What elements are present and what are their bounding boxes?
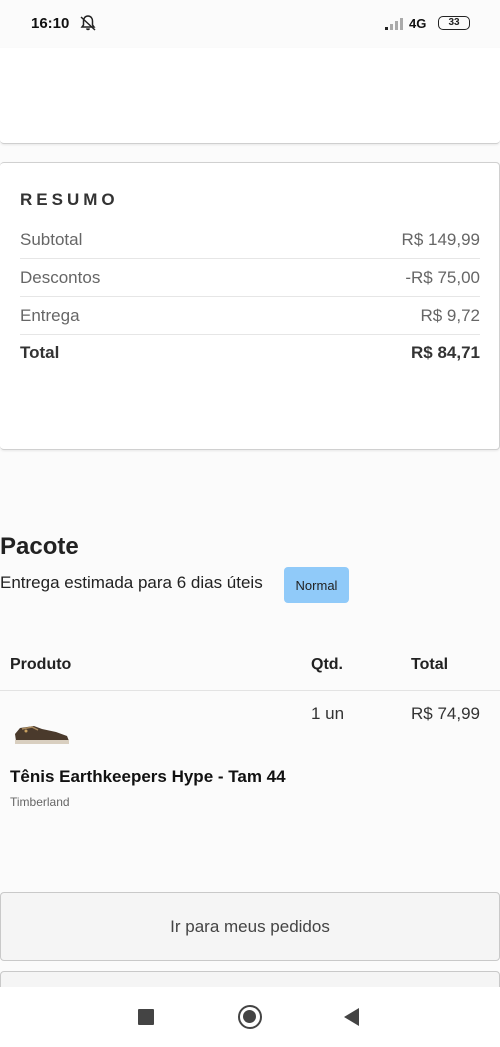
summary-label: Entrega bbox=[20, 305, 80, 325]
navigation-bar bbox=[0, 987, 500, 1047]
summary-title: RESUMO bbox=[20, 190, 119, 209]
package-title: Pacote bbox=[0, 533, 79, 560]
column-header-total: Total bbox=[411, 656, 449, 673]
summary-value: R$ 9,72 bbox=[420, 305, 480, 325]
recent-apps-icon[interactable] bbox=[138, 1009, 154, 1025]
go-to-orders-button[interactable]: Ir para meus pedidos bbox=[0, 892, 500, 961]
product-name[interactable]: Tênis Earthkeepers Hype - Tam 44 bbox=[10, 767, 286, 787]
item-price: R$ 74,99 bbox=[411, 704, 480, 723]
network-type: 4G bbox=[409, 16, 427, 31]
signal-icon bbox=[385, 18, 403, 30]
column-header-product: Produto bbox=[10, 656, 72, 673]
summary-row-subtotal: Subtotal R$ 149,99 bbox=[20, 221, 480, 259]
summary-value: R$ 149,99 bbox=[401, 229, 480, 249]
bell-off-icon bbox=[80, 15, 96, 31]
delivery-estimate: Entrega estimada para 6 dias úteis bbox=[0, 573, 263, 592]
status-bar: 16:10 4G 33 bbox=[0, 0, 500, 48]
summary-label: Total bbox=[20, 343, 60, 362]
back-icon[interactable] bbox=[344, 1008, 359, 1026]
summary-row-total: Total R$ 84,71 bbox=[20, 334, 480, 372]
product-image[interactable] bbox=[12, 716, 72, 748]
home-icon[interactable] bbox=[238, 1005, 262, 1029]
summary-label: Descontos bbox=[20, 267, 101, 287]
summary-label: Subtotal bbox=[20, 229, 83, 249]
item-quantity: 1 un bbox=[311, 704, 345, 723]
summary-row-discounts: Descontos -R$ 75,00 bbox=[20, 259, 480, 297]
product-brand: Timberland bbox=[10, 795, 70, 809]
summary-row-delivery: Entrega R$ 9,72 bbox=[20, 297, 480, 335]
shipping-type-badge: Normal bbox=[284, 567, 349, 603]
summary-value: -R$ 75,00 bbox=[405, 267, 480, 287]
table-divider bbox=[0, 690, 500, 691]
column-header-qty: Qtd. bbox=[311, 656, 343, 673]
battery-icon: 33 bbox=[438, 16, 470, 30]
summary-value: R$ 84,71 bbox=[411, 343, 480, 362]
status-time: 16:10 bbox=[31, 15, 70, 32]
previous-card bbox=[0, 48, 500, 144]
